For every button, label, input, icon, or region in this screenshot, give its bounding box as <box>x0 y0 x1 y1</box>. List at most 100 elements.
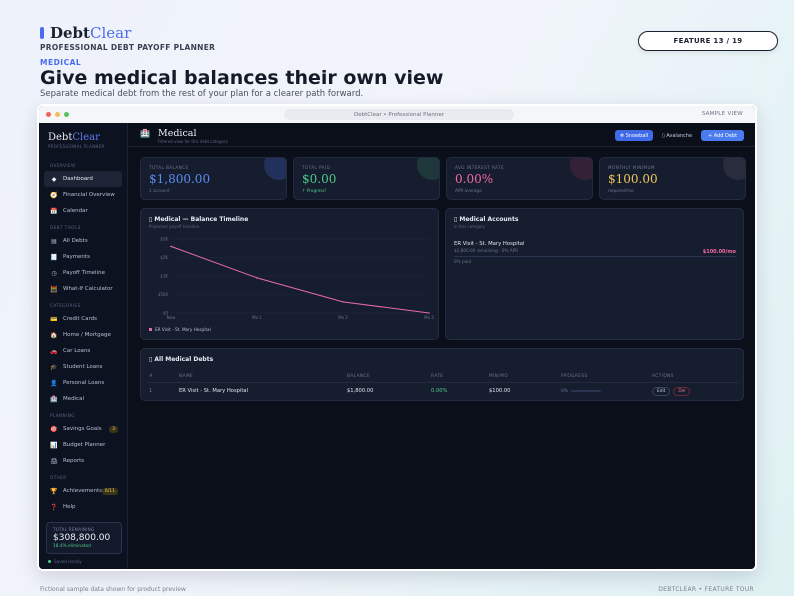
sidebar-section-debt-tools: DEBT TOOLS <box>50 225 81 230</box>
saved-label: Saved locally <box>54 559 82 564</box>
hospital-icon: 🏥 <box>50 395 58 403</box>
sidebar-item-personal-loans[interactable]: 👤 Personal Loans <box>44 375 122 391</box>
column-header: NAME <box>177 371 345 383</box>
sidebar-item-achievements[interactable]: 🏆 Achievements 6/11 <box>44 483 122 499</box>
add-debt-button[interactable]: + Add Debt <box>701 130 744 141</box>
total-remaining-label: TOTAL REMAINING <box>53 527 95 532</box>
minimize-dot[interactable] <box>55 112 60 117</box>
sidebar-section-planning: PLANNING <box>50 413 75 418</box>
target-icon: 🎯 <box>50 425 58 433</box>
stat-label: AVG INTEREST RATE <box>455 165 504 170</box>
sidebar-item-label: Payoff Timeline <box>63 270 105 276</box>
data-point <box>428 312 430 314</box>
balance-timeline-chart: $0$500$1K$2K$2KNow Mo 1 Mo 2 Mo 3ER Visit -… <box>149 237 434 332</box>
saved-status: Saved locally <box>48 559 82 564</box>
sidebar-item-label: Medical <box>63 396 85 402</box>
sidebar-item-calendar[interactable]: 📅 Calendar <box>44 203 122 219</box>
sidebar-brand-sub: PROFESSIONAL PLANNER <box>48 144 105 149</box>
sidebar-item-medical[interactable]: 🏥 Medical <box>44 391 122 407</box>
delete-button[interactable]: Del <box>673 386 691 396</box>
y-tick-label: $1K <box>160 274 168 279</box>
debts-table-title: ▯ All Medical Debts <box>149 356 214 363</box>
avalanche-button[interactable]: ▯ Avalanche <box>658 130 696 141</box>
home-icon: 🏠 <box>50 331 58 339</box>
stat-label: TOTAL BALANCE <box>149 165 189 170</box>
column-header: BALANCE <box>345 371 429 383</box>
url-bar[interactable]: DebtClear • Professional Planner <box>284 109 514 120</box>
sidebar-item-help[interactable]: ❓ Help <box>44 499 122 515</box>
main-content: 🏥 Medical Filtered view for this debt ca… <box>128 123 755 569</box>
sidebar-item-all-debts[interactable]: ▤ All Debts <box>44 233 122 249</box>
sidebar: DebtClear PROFESSIONAL PLANNER OVERVIEW … <box>39 123 128 569</box>
brand-accent: Clear <box>89 24 132 42</box>
stat-card-avg-interest: AVG INTEREST RATE 0.00% APR average <box>446 157 593 200</box>
row-min: $100.00 <box>489 388 511 395</box>
graduation-cap-icon: 🎓 <box>50 363 58 371</box>
column-header: # <box>147 371 177 383</box>
page-subtitle: Filtered view for this debt category <box>158 139 228 144</box>
sidebar-item-label: Home / Mortgage <box>63 332 111 338</box>
total-remaining-card: TOTAL REMAINING $308,800.00 18.4% elimin… <box>46 522 122 554</box>
hero-subtitle: Separate medical debt from the rest of y… <box>40 89 364 99</box>
stat-value: $100.00 <box>608 172 658 186</box>
total-remaining-value: $308,800.00 <box>53 533 111 543</box>
receipt-icon: 🧾 <box>50 253 58 261</box>
clock-icon: ◷ <box>51 269 57 277</box>
list-icon: ▤ <box>51 237 57 245</box>
achievements-badge: 6/11 <box>101 487 118 495</box>
sidebar-item-savings-goals[interactable]: 🎯 Savings Goals 3 <box>44 421 122 437</box>
hospital-icon: 🏥 <box>140 129 150 138</box>
snowball-button[interactable]: ❄ Snowball <box>615 130 653 141</box>
sidebar-item-what-if[interactable]: 🧮 What-If Calculator <box>44 281 122 297</box>
brand-mark <box>40 27 44 39</box>
feature-counter: FEATURE 13 / 19 <box>638 31 778 51</box>
sidebar-item-home-mortgage[interactable]: 🏠 Home / Mortgage <box>44 327 122 343</box>
savings-goals-badge: 3 <box>109 425 118 433</box>
column-header: PROGRESS <box>559 371 650 383</box>
edit-button[interactable]: Edit <box>652 386 671 396</box>
close-dot[interactable] <box>46 112 51 117</box>
sidebar-item-dashboard[interactable]: ◆ Dashboard <box>44 171 122 187</box>
maximize-dot[interactable] <box>64 112 69 117</box>
sidebar-item-label: Achievements <box>63 488 102 494</box>
calculator-icon: 🧮 <box>50 285 58 293</box>
sidebar-item-car-loans[interactable]: 🚗 Car Loans <box>44 343 122 359</box>
sidebar-item-student-loans[interactable]: 🎓 Student Loans <box>44 359 122 375</box>
row-balance: $1,800.00 <box>347 388 374 395</box>
row-actions: Edit Del <box>650 382 739 400</box>
account-name[interactable]: ER Visit - St. Mary Hospital <box>454 241 525 247</box>
row-progress: 0% <box>559 382 650 400</box>
brand-main: Debt <box>50 24 90 42</box>
stat-label: MONTHLY MINIMUM <box>608 165 655 170</box>
stat-value: $0.00 <box>302 172 337 186</box>
brand-name: DebtClear <box>50 24 131 42</box>
y-tick-label: $500 <box>158 292 169 297</box>
account-progress-bar <box>454 256 736 257</box>
sidebar-item-reports[interactable]: 🖨 Reports <box>44 453 122 469</box>
sidebar-item-label: Calendar <box>63 208 88 214</box>
account-meta: $1,800.00 remaining · 0% APR <box>454 248 519 253</box>
sidebar-item-credit-cards[interactable]: 💳 Credit Cards <box>44 311 122 327</box>
sidebar-item-label: Help <box>63 504 76 510</box>
trophy-icon: 🏆 <box>50 487 58 495</box>
window-controls <box>39 112 69 117</box>
section-tag: MEDICAL <box>40 58 82 67</box>
footer-tour-label: DEBTCLEAR • FEATURE TOUR <box>658 586 754 593</box>
stat-value: 0.00% <box>455 172 494 186</box>
data-point <box>256 277 258 279</box>
app-body: DebtClear PROFESSIONAL PLANNER OVERVIEW … <box>39 123 755 569</box>
sidebar-item-payments[interactable]: 🧾 Payments <box>44 249 122 265</box>
topbar: 🏥 Medical Filtered view for this debt ca… <box>128 123 755 147</box>
x-tick-label: Mo 2 <box>338 315 348 320</box>
sidebar-item-financial-overview[interactable]: 🧭 Financial Overview <box>44 187 122 203</box>
debts-table: # NAME BALANCE RATE MIN/MO PROGRESS ACTI… <box>147 371 739 400</box>
car-icon: 🚗 <box>50 347 58 355</box>
medical-accounts-panel: ▯ Medical Accounts In this category ER V… <box>445 208 744 340</box>
sidebar-item-payoff-timeline[interactable]: ◷ Payoff Timeline <box>44 265 122 281</box>
sidebar-item-budget-planner[interactable]: 📊 Budget Planner <box>44 437 122 453</box>
app-window: DebtClear • Professional Planner SAMPLE … <box>37 104 757 571</box>
sidebar-item-label: Student Loans <box>63 364 103 370</box>
page-title: Medical <box>158 128 197 139</box>
table-row[interactable]: 1 ER Visit - St. Mary Hospital $1,800.00… <box>147 382 739 400</box>
sidebar-item-label: Budget Planner <box>63 442 106 448</box>
